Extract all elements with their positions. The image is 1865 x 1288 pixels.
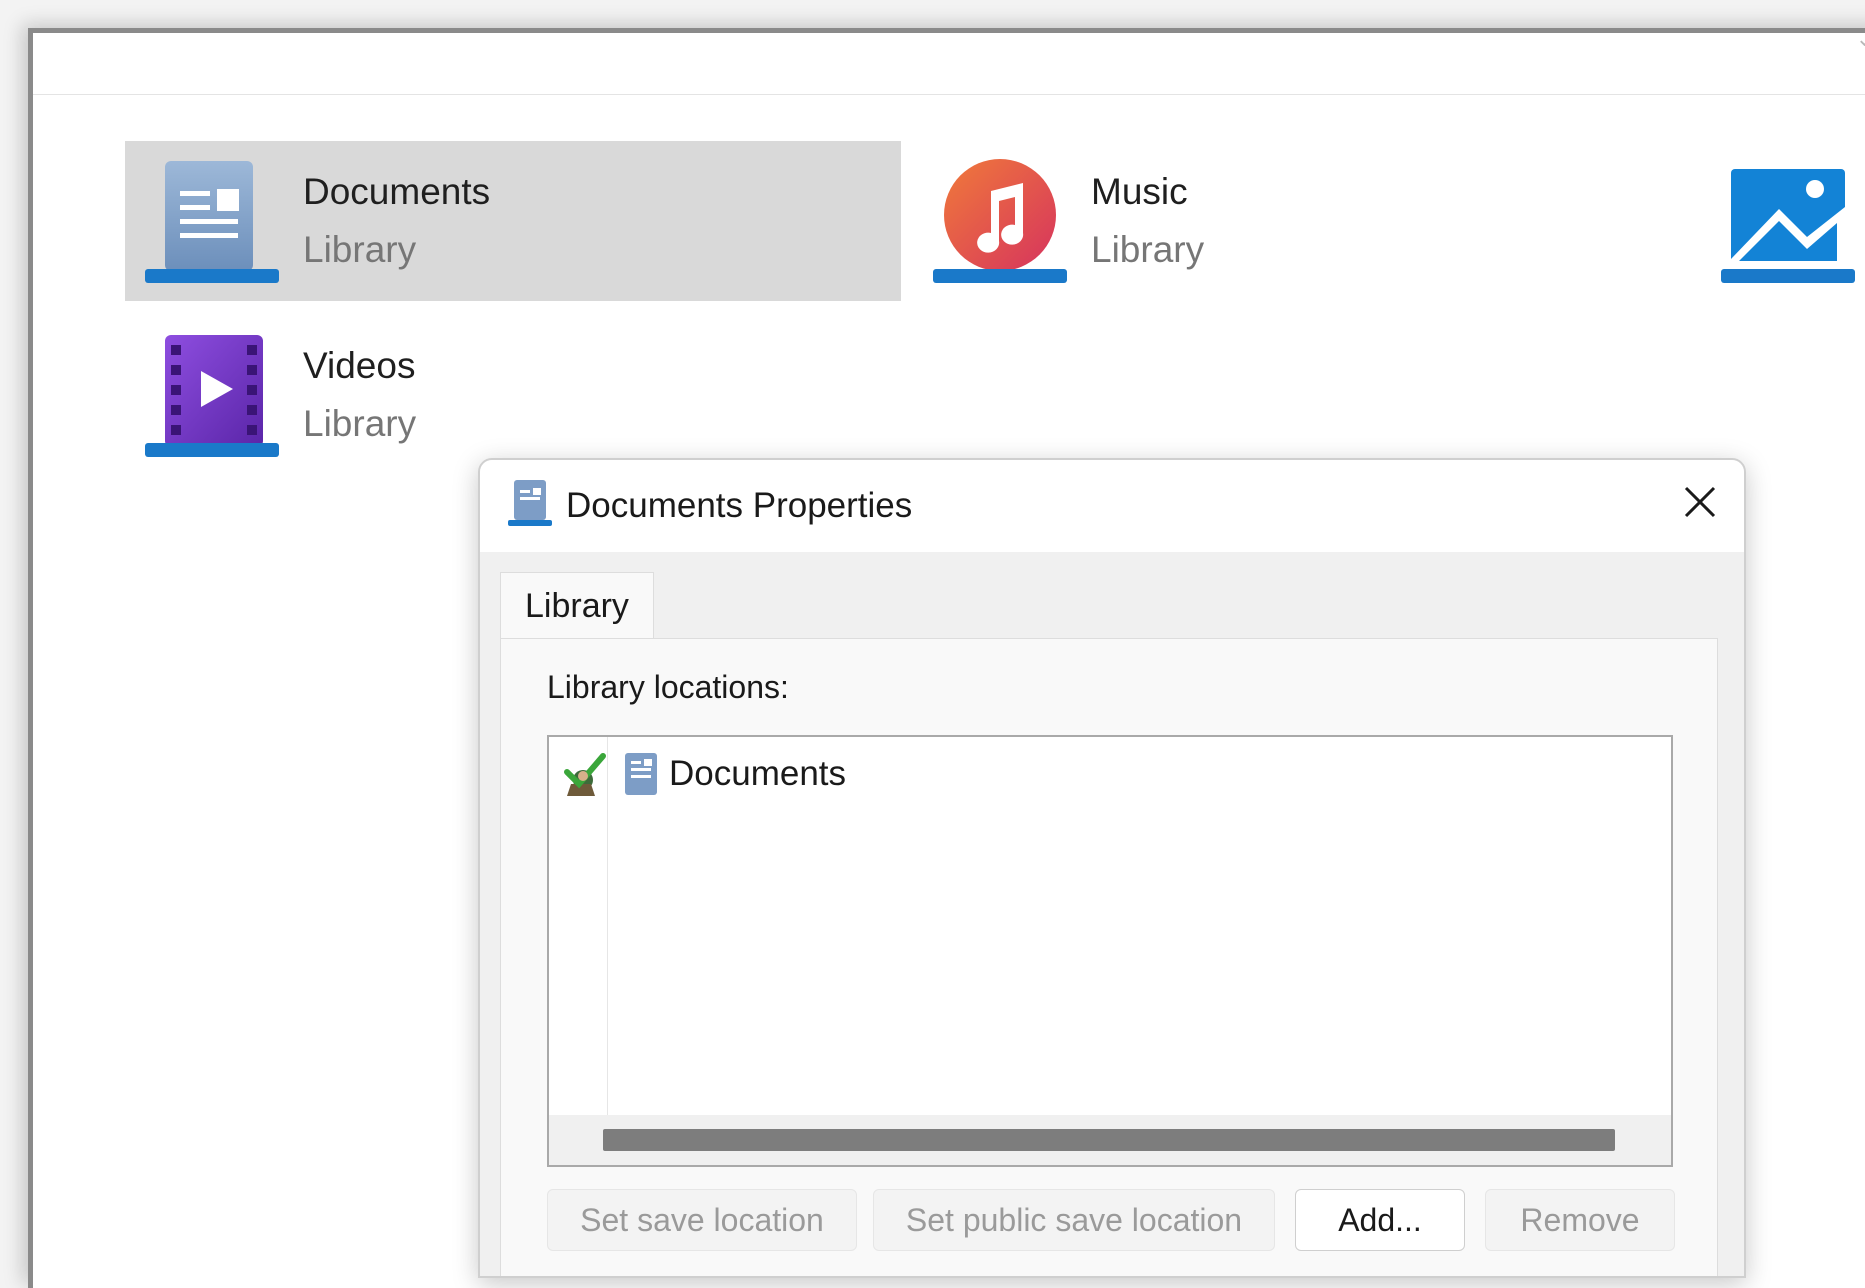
add-button[interactable]: Add... bbox=[1295, 1189, 1465, 1251]
pictures-library-icon bbox=[1721, 157, 1855, 287]
tile-title: Videos bbox=[303, 345, 416, 386]
library-tile-music[interactable]: Music Library bbox=[913, 141, 1689, 301]
location-name: Documents bbox=[669, 754, 847, 793]
tile-subtitle: Library bbox=[303, 229, 417, 270]
library-tile-documents[interactable]: Documents Library bbox=[125, 141, 901, 301]
library-locations-list[interactable]: Documents bbox=[547, 735, 1673, 1167]
documents-library-icon bbox=[145, 157, 279, 287]
library-tile-pictures[interactable] bbox=[1701, 141, 1865, 301]
tile-title: Documents bbox=[303, 171, 491, 212]
documents-folder-icon bbox=[625, 753, 657, 795]
tile-title: Music bbox=[1091, 171, 1188, 212]
scrollbar-thumb[interactable] bbox=[603, 1129, 1615, 1151]
library-locations-label: Library locations: bbox=[547, 669, 789, 705]
close-button[interactable] bbox=[1676, 478, 1724, 526]
tile-subtitle: Library bbox=[303, 403, 417, 444]
set-save-location-button[interactable]: Set save location bbox=[547, 1189, 857, 1251]
horizontal-scrollbar[interactable] bbox=[549, 1115, 1671, 1165]
dialog-titlebar[interactable]: Documents Properties bbox=[480, 460, 1744, 552]
library-tab-panel: Library locations: Documents Set save lo… bbox=[500, 638, 1718, 1276]
tab-library[interactable]: Library bbox=[500, 572, 654, 640]
close-icon bbox=[1684, 486, 1716, 518]
remove-button[interactable]: Remove bbox=[1485, 1189, 1675, 1251]
music-library-icon bbox=[933, 157, 1067, 287]
videos-library-icon bbox=[145, 331, 279, 461]
documents-properties-dialog: Documents Properties Library Library loc… bbox=[478, 458, 1746, 1278]
documents-library-icon bbox=[508, 478, 552, 528]
tile-subtitle: Library bbox=[1091, 229, 1205, 270]
address-bar-area: ⌄ bbox=[33, 27, 1865, 95]
library-tile-videos[interactable]: Videos Library bbox=[125, 315, 901, 475]
location-item-documents[interactable]: Documents bbox=[561, 747, 1661, 801]
chevron-down-icon[interactable]: ⌄ bbox=[1856, 27, 1865, 52]
default-save-location-check-icon bbox=[564, 753, 606, 796]
set-public-save-location-button[interactable]: Set public save location bbox=[873, 1189, 1275, 1251]
dialog-title: Documents Properties bbox=[566, 486, 913, 525]
